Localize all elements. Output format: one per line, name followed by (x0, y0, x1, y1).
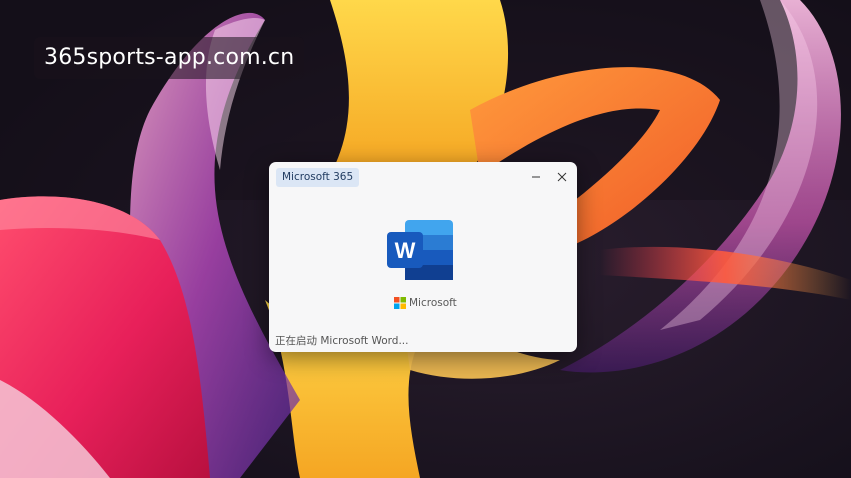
minimize-icon (532, 176, 540, 178)
app-badge: Microsoft 365 (276, 168, 360, 187)
word-icon: W (387, 220, 453, 280)
microsoft-brand: Microsoft (394, 296, 457, 310)
brand-label: Microsoft (409, 297, 457, 309)
desktop: 365sports-app.com.cn Microsoft 365 W Mic… (0, 0, 851, 478)
close-button[interactable] (551, 167, 573, 187)
microsoft-logo-icon (394, 297, 406, 309)
close-icon (557, 172, 567, 182)
status-text: 正在启动 Microsoft Word... (275, 335, 409, 347)
word-icon-letter: W (395, 238, 416, 263)
minimize-button[interactable] (525, 167, 547, 187)
watermark-label: 365sports-app.com.cn (34, 37, 305, 79)
splash-window: Microsoft 365 W Microsoft 正在启动 Microsoft… (269, 162, 577, 352)
